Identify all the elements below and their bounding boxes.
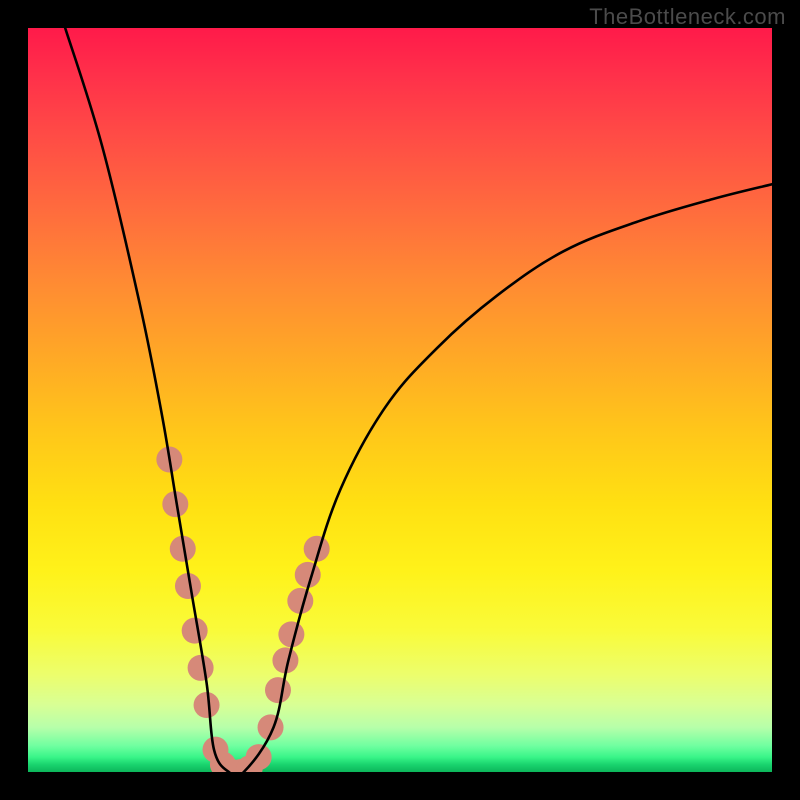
marker-dot [194,692,220,718]
bottleneck-curve [65,28,772,772]
highlight-markers [156,447,329,772]
marker-dot [182,618,208,644]
curve-layer [28,28,772,772]
marker-dot [265,677,291,703]
chart-frame: TheBottleneck.com [0,0,800,800]
marker-dot [188,655,214,681]
plot-area [28,28,772,772]
watermark-text: TheBottleneck.com [589,4,786,30]
